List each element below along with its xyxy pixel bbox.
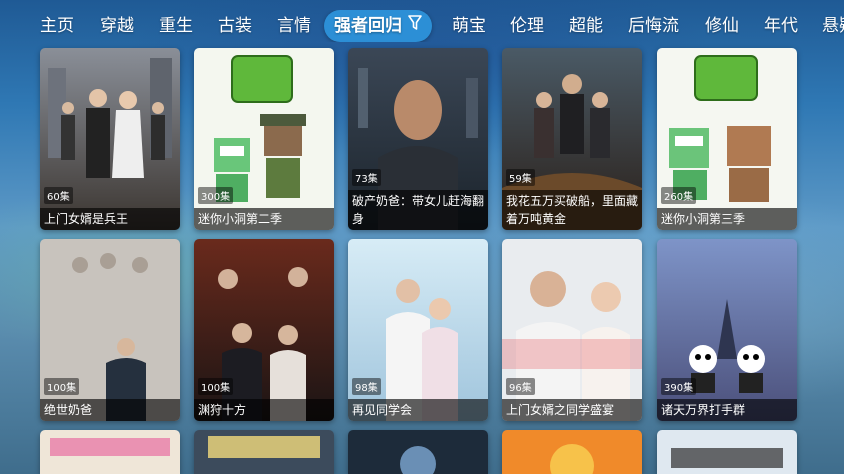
drama-card[interactable] — [194, 430, 334, 474]
drama-card[interactable] — [502, 430, 642, 474]
episode-count: 100集 — [44, 378, 80, 395]
category-tabs: 主页 穿越 重生 古装 言情 强者回归 萌宝 伦理 超能 后悔流 修仙 年代 悬… — [0, 10, 844, 42]
drama-title: 上门女婿是兵王 — [40, 208, 180, 230]
drama-card[interactable]: 390集 诸天万界打手群 — [657, 239, 797, 421]
tab-rebirth[interactable]: 重生 — [159, 10, 193, 42]
episode-count: 59集 — [506, 169, 535, 186]
drama-title: 上门女婿之同学盛宴 — [502, 399, 642, 421]
filter-icon[interactable] — [408, 10, 422, 42]
tab-ethics[interactable]: 伦理 — [510, 10, 544, 42]
drama-title: 再见同学会 — [348, 399, 488, 421]
episode-count: 60集 — [44, 187, 73, 204]
drama-card[interactable] — [40, 430, 180, 474]
poster-image — [40, 430, 180, 474]
drama-card[interactable]: 60集 上门女婿是兵王 — [40, 48, 180, 230]
drama-card[interactable]: 96集 上门女婿之同学盛宴 — [502, 239, 642, 421]
drama-card[interactable] — [348, 430, 488, 474]
episode-count: 98集 — [352, 378, 381, 395]
drama-card[interactable]: 98集 再见同学会 — [348, 239, 488, 421]
tab-home[interactable]: 主页 — [40, 10, 74, 42]
poster-image — [657, 430, 797, 474]
tab-era[interactable]: 年代 — [764, 10, 798, 42]
drama-title: 迷你小洞第二季 — [194, 208, 334, 230]
drama-card[interactable]: 100集 渊狩十方 — [194, 239, 334, 421]
tab-regret[interactable]: 后悔流 — [628, 10, 679, 42]
episode-count: 100集 — [198, 378, 234, 395]
episode-count: 300集 — [198, 187, 234, 204]
tab-strong-return[interactable]: 强者回归 — [324, 10, 432, 42]
drama-title: 破产奶爸：带女儿赶海翻身 — [348, 190, 488, 230]
tab-cute-baby[interactable]: 萌宝 — [452, 10, 486, 42]
drama-title: 绝世奶爸 — [40, 399, 180, 421]
drama-card[interactable] — [657, 430, 797, 474]
drama-title: 迷你小洞第三季 — [657, 208, 797, 230]
drama-card[interactable]: 73集 破产奶爸：带女儿赶海翻身 — [348, 48, 488, 230]
tab-superpower[interactable]: 超能 — [569, 10, 603, 42]
poster-image — [194, 430, 334, 474]
tab-romance[interactable]: 言情 — [277, 10, 311, 42]
episode-count: 390集 — [661, 378, 697, 395]
drama-card[interactable]: 100集 绝世奶爸 — [40, 239, 180, 421]
episode-count: 260集 — [661, 187, 697, 204]
episode-count: 73集 — [352, 169, 381, 186]
tab-suspense[interactable]: 悬疑 — [822, 10, 844, 42]
episode-count: 96集 — [506, 378, 535, 395]
tab-time-travel[interactable]: 穿越 — [100, 10, 134, 42]
drama-card[interactable]: 260集 迷你小洞第三季 — [657, 48, 797, 230]
drama-card[interactable]: 59集 我花五万买破船，里面藏着万吨黄金 — [502, 48, 642, 230]
drama-title: 渊狩十方 — [194, 399, 334, 421]
poster-image — [348, 430, 488, 474]
tab-costume[interactable]: 古装 — [218, 10, 252, 42]
drama-card[interactable]: 300集 迷你小洞第二季 — [194, 48, 334, 230]
tab-strong-return-label: 强者回归 — [334, 16, 402, 36]
poster-image — [502, 430, 642, 474]
drama-title: 我花五万买破船，里面藏着万吨黄金 — [502, 190, 642, 230]
tab-cultivation[interactable]: 修仙 — [705, 10, 739, 42]
drama-title: 诸天万界打手群 — [657, 399, 797, 421]
